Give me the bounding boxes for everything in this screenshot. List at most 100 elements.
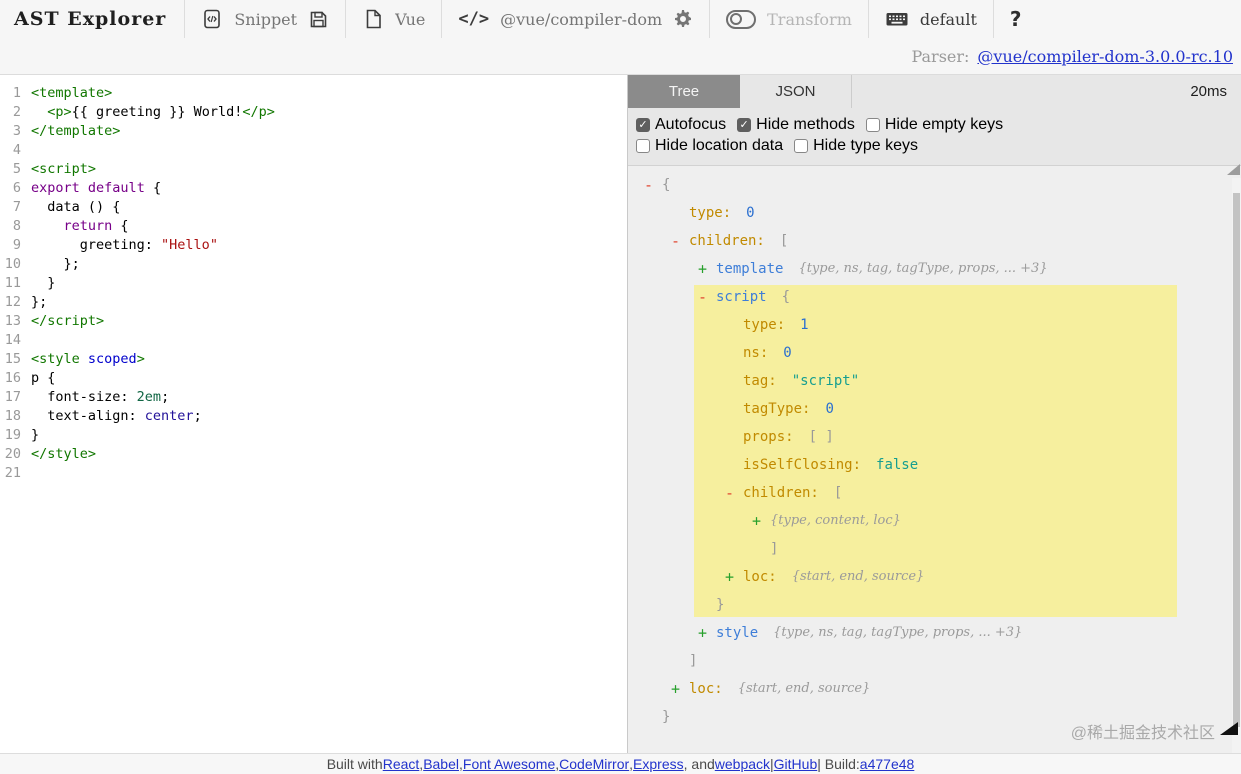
footer-link[interactable]: CodeMirror (559, 756, 629, 772)
collapse-toggle-icon[interactable]: - (644, 171, 662, 199)
option-hide-location-data[interactable]: Hide location data (636, 137, 783, 155)
code-line[interactable]: 21 (0, 464, 627, 483)
tree-options: ✓ Autofocus ✓ Hide methods Hide empty keys Hi… (628, 108, 1241, 166)
footer-link[interactable]: Font Awesome (463, 756, 555, 772)
code-line[interactable]: 4 (0, 141, 627, 160)
help-button[interactable]: ? (1010, 7, 1022, 31)
option-autofocus[interactable]: ✓ Autofocus (636, 116, 726, 134)
parser-package-button[interactable]: @vue/compiler-dom (500, 10, 662, 29)
code-line[interactable]: 13 </script> (0, 312, 627, 331)
footer-link[interactable]: React (383, 756, 420, 772)
code-line[interactable]: 11 } (0, 274, 627, 293)
code-line-content: <template> (31, 84, 112, 103)
tree-key: props: (743, 429, 794, 445)
code-line[interactable]: 16 p { (0, 369, 627, 388)
line-number: 12 (4, 294, 21, 310)
footer-text: | Build: (817, 756, 860, 772)
code-line[interactable]: 20 </style> (0, 445, 627, 464)
code-line[interactable]: 2 <p>{{ greeting }} World!</p> (0, 103, 627, 122)
tree-row: +tagType:0 (628, 395, 1241, 423)
code-token: </template> (31, 123, 121, 139)
code-line[interactable]: 5 <script> (0, 160, 627, 179)
line-number: 1 (12, 85, 21, 101)
tree-row: +] (628, 647, 1241, 675)
tree-key: loc: (743, 569, 777, 585)
tree-punctuation: } (662, 709, 671, 725)
scrollbar-thumb[interactable] (1233, 193, 1240, 727)
expand-toggle-icon[interactable]: + (698, 619, 716, 647)
language-button[interactable]: Vue (395, 10, 425, 29)
code-line[interactable]: 1 <template> (0, 84, 627, 103)
footer-link[interactable]: Babel (423, 756, 459, 772)
tree-node-link[interactable]: script (716, 283, 767, 311)
code-line[interactable]: 7 data () { (0, 198, 627, 217)
footer-link[interactable]: Express (633, 756, 684, 772)
code-line-content: export default { (31, 179, 161, 198)
code-line[interactable]: 10 }; (0, 255, 627, 274)
keymap-default-button[interactable]: default (920, 10, 977, 29)
code-line-content: data () { (31, 198, 120, 217)
code-line[interactable]: 3 </template> (0, 122, 627, 141)
footer-link[interactable]: webpack (715, 756, 770, 772)
checkbox[interactable] (636, 139, 650, 153)
footer-link[interactable]: a477e48 (860, 756, 915, 772)
collapse-toggle-icon[interactable]: - (698, 283, 716, 311)
tree-node-link[interactable]: template (716, 255, 783, 283)
tree-row: + loc: {start, end, source} (628, 563, 1241, 591)
code-line[interactable]: 8 return { (0, 217, 627, 236)
expand-toggle-icon[interactable]: + (698, 255, 716, 283)
transform-button[interactable]: Transform (767, 10, 852, 29)
tree-key: tag: (743, 373, 777, 389)
checkbox[interactable] (865, 118, 880, 132)
gear-icon[interactable] (673, 9, 693, 29)
checkbox[interactable] (794, 139, 809, 153)
code-editor[interactable]: 1 <template> 2 <p>{{ greeting }} World!</p… (0, 75, 628, 753)
file-icon[interactable] (362, 8, 384, 30)
expand-toggle-icon[interactable]: + (752, 507, 770, 535)
code-line[interactable]: 14 (0, 331, 627, 350)
tree-row: +tag:"script" (628, 367, 1241, 395)
code-line[interactable]: 17 font-size: 2em; (0, 388, 627, 407)
code-token: > (136, 351, 145, 367)
code-line-content: </style> (31, 445, 96, 464)
line-number: 2 (12, 104, 21, 120)
code-token: { (112, 218, 129, 234)
code-line[interactable]: 15 <style scoped> (0, 350, 627, 369)
parser-version-link[interactable]: @vue/compiler-dom-3.0.0-rc.10 (977, 47, 1233, 66)
snippet-button[interactable]: Snippet (234, 10, 297, 29)
snippet-file-code-icon[interactable] (201, 8, 223, 30)
code-line-content: } (31, 426, 39, 445)
keyboard-icon[interactable] (885, 9, 909, 29)
tree-value-number: 0 (746, 205, 755, 221)
collapse-toggle-icon[interactable]: - (725, 479, 743, 507)
checkbox[interactable]: ✓ (636, 118, 650, 132)
line-number: 11 (4, 275, 21, 291)
save-icon[interactable] (308, 9, 329, 30)
code-token: <template> (31, 85, 113, 101)
tree-value-number: 0 (825, 401, 834, 417)
tree-key: type: (689, 205, 732, 221)
collapse-toggle-icon[interactable]: - (671, 227, 689, 255)
tab-json[interactable]: JSON (740, 75, 852, 108)
expand-toggle-icon[interactable]: + (671, 675, 689, 703)
checkbox[interactable]: ✓ (737, 118, 752, 132)
tab-tree[interactable]: Tree (628, 75, 740, 108)
code-line[interactable]: 6 export default { (0, 179, 627, 198)
code-token: </script> (31, 313, 105, 329)
expand-toggle-icon[interactable]: + (725, 563, 743, 591)
tree-row: +ns:0 (628, 339, 1241, 367)
footer-link[interactable]: GitHub (774, 756, 818, 772)
code-line[interactable]: 12}; (0, 293, 627, 312)
code-line[interactable]: 9 greeting: "Hello" (0, 236, 627, 255)
transform-toggle[interactable] (726, 9, 757, 29)
option-hide-methods[interactable]: ✓ Hide methods (737, 116, 855, 134)
tree-node-link[interactable]: style (716, 619, 758, 647)
option-hide-type-keys[interactable]: Hide type keys (794, 137, 918, 155)
code-line[interactable]: 18 text-align: center; (0, 407, 627, 426)
code-line[interactable]: 19} (0, 426, 627, 445)
tree-value-string: "script" (791, 373, 860, 389)
option-hide-empty-keys[interactable]: Hide empty keys (865, 116, 1003, 134)
tree-punctuation: [ ] (808, 429, 834, 445)
tree-row: + {type, content, loc} (628, 507, 1241, 535)
tree-scrollbar[interactable] (1227, 164, 1241, 753)
